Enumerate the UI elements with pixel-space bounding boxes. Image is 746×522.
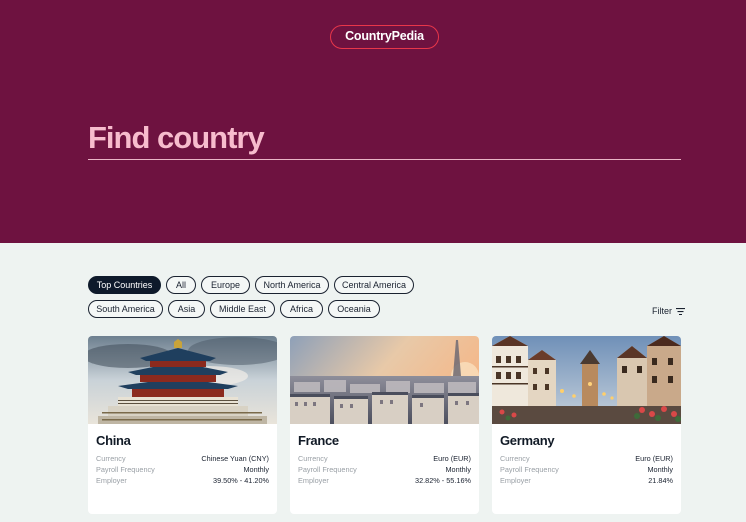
search-input[interactable] [88, 118, 681, 158]
chip-asia[interactable]: Asia [168, 300, 205, 318]
search-bar[interactable] [88, 118, 681, 160]
currency-row: Currency Euro (EUR) [500, 454, 673, 465]
payroll-label: Payroll Frequency [96, 465, 155, 474]
country-card-germany[interactable]: Germany Currency Euro (EUR) Payroll Freq… [492, 336, 681, 514]
card-image-france [290, 336, 479, 424]
employer-label: Employer [500, 476, 531, 485]
employer-value: 32.82% - 55.16% [415, 476, 471, 485]
chip-central-america[interactable]: Central America [334, 276, 414, 294]
payroll-row: Payroll Frequency Monthly [96, 465, 269, 476]
chip-south-america[interactable]: South America [88, 300, 163, 318]
currency-value: Chinese Yuan (CNY) [201, 454, 269, 463]
payroll-value: Monthly [445, 465, 471, 474]
currency-row: Currency Chinese Yuan (CNY) [96, 454, 269, 465]
country-name: China [96, 433, 131, 448]
employer-label: Employer [298, 476, 329, 485]
filter-label: Filter [652, 306, 672, 316]
card-image-china [88, 336, 277, 424]
payroll-label: Payroll Frequency [298, 465, 357, 474]
country-card-china[interactable]: China Currency Chinese Yuan (CNY) Payrol… [88, 336, 277, 514]
chip-europe[interactable]: Europe [201, 276, 250, 294]
hero-banner: CountryPedia [0, 0, 746, 243]
currency-value: Euro (EUR) [635, 454, 673, 463]
employer-row: Employer 21.84% [500, 476, 673, 487]
currency-label: Currency [298, 454, 328, 463]
employer-label: Employer [96, 476, 127, 485]
country-card-france[interactable]: France Currency Euro (EUR) Payroll Frequ… [290, 336, 479, 514]
currency-row: Currency Euro (EUR) [298, 454, 471, 465]
employer-row: Employer 32.82% - 55.16% [298, 476, 471, 487]
employer-row: Employer 39.50% - 41.20% [96, 476, 269, 487]
payroll-row: Payroll Frequency Monthly [298, 465, 471, 476]
chip-all[interactable]: All [166, 276, 196, 294]
payroll-value: Monthly [243, 465, 269, 474]
filter-lines-icon [676, 307, 685, 315]
payroll-value: Monthly [647, 465, 673, 474]
chip-africa[interactable]: Africa [280, 300, 323, 318]
employer-value: 39.50% - 41.20% [213, 476, 269, 485]
card-image-germany [492, 336, 681, 424]
country-name: Germany [500, 433, 555, 448]
chip-middle-east[interactable]: Middle East [210, 300, 275, 318]
filter-button[interactable]: Filter [652, 306, 685, 316]
currency-label: Currency [500, 454, 530, 463]
countrypedia-logo[interactable]: CountryPedia [330, 25, 439, 49]
country-name: France [298, 433, 339, 448]
payroll-label: Payroll Frequency [500, 465, 559, 474]
payroll-row: Payroll Frequency Monthly [500, 465, 673, 476]
chip-top-countries[interactable]: Top Countries [88, 276, 161, 294]
chip-north-america[interactable]: North America [255, 276, 329, 294]
employer-value: 21.84% [648, 476, 673, 485]
chip-oceania[interactable]: Oceania [328, 300, 380, 318]
currency-value: Euro (EUR) [433, 454, 471, 463]
currency-label: Currency [96, 454, 126, 463]
